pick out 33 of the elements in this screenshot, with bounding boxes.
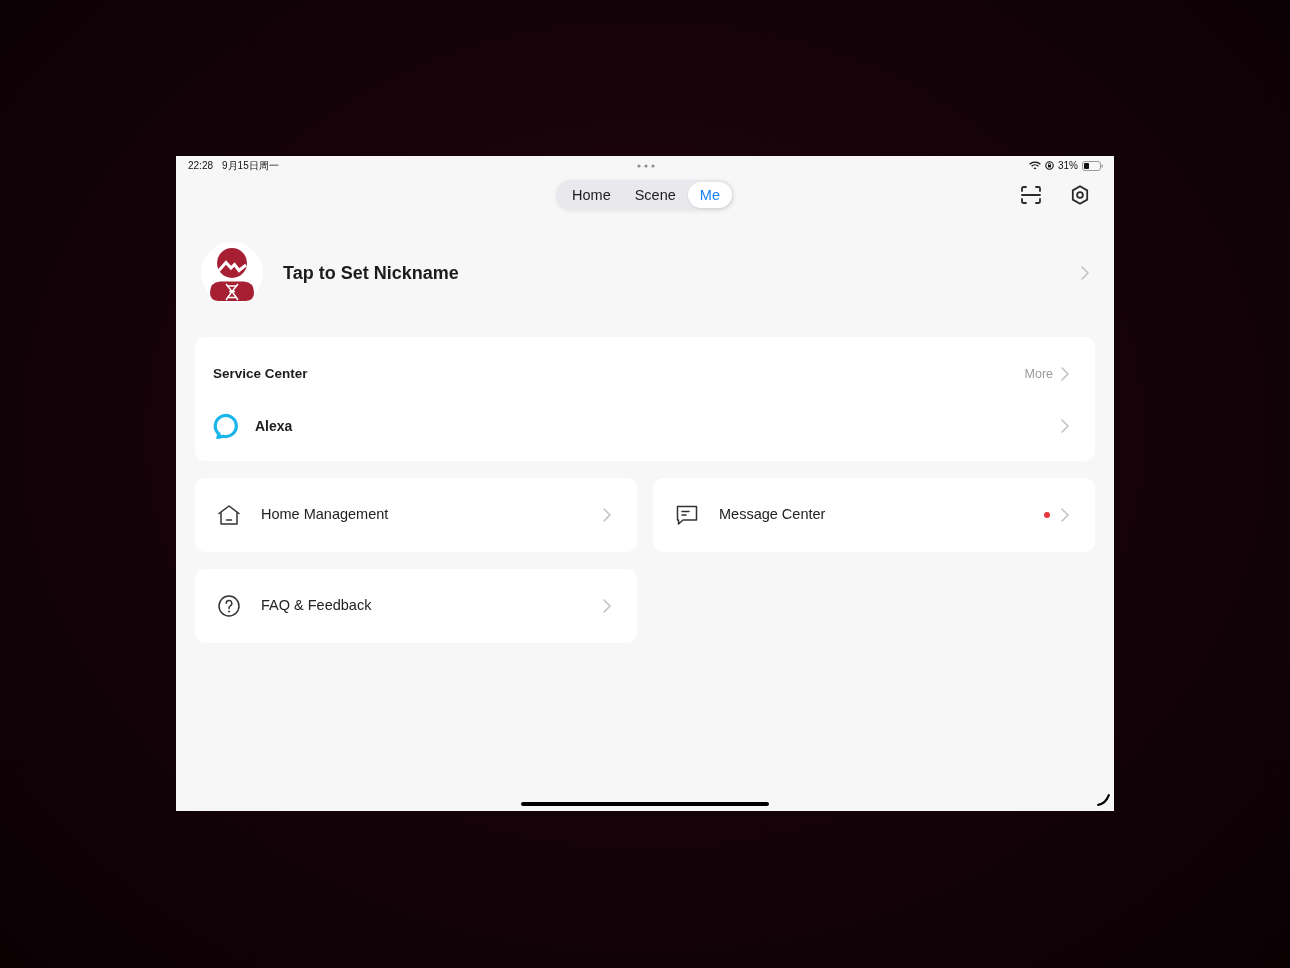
chevron-right-icon (603, 508, 611, 522)
message-icon (675, 503, 699, 527)
wifi-icon (1029, 161, 1041, 170)
chevron-right-icon (1061, 367, 1069, 381)
chevron-right-icon (1061, 508, 1069, 522)
menu-label: Home Management (261, 505, 390, 525)
tab[interactable]: Me (687, 182, 732, 208)
tab[interactable]: Scene (622, 182, 688, 208)
scan-icon[interactable] (1021, 186, 1041, 204)
rotation-lock-icon (1045, 161, 1054, 170)
section-title: Service Center (213, 364, 309, 383)
status-time: 22:28 (188, 159, 214, 173)
chevron-right-icon (1081, 266, 1089, 280)
service-item-label[interactable]: Alexa (255, 415, 1061, 437)
chevron-right-icon (1061, 419, 1069, 433)
avatar-icon (201, 242, 263, 304)
nickname-label[interactable]: Tap to Set Nickname (283, 259, 1061, 287)
battery-icon (1082, 160, 1103, 171)
menu-label: FAQ & Feedback (261, 596, 373, 616)
tab[interactable]: Home (560, 182, 623, 208)
chevron-right-icon (603, 599, 611, 613)
help-icon (217, 594, 241, 618)
status-date: 9月15日周一 (222, 159, 279, 173)
ring-icon (213, 413, 239, 439)
settings-icon[interactable] (1071, 185, 1089, 205)
menu-card[interactable]: FAQ & Feedback (195, 569, 637, 643)
menu-card[interactable]: Message Center (653, 478, 1095, 552)
menu-label: Message Center (719, 505, 827, 525)
corner-curve-icon (1097, 794, 1110, 806)
more-dots-icon (636, 163, 655, 168)
home-icon (217, 503, 241, 527)
menu-card[interactable]: Home Management (195, 478, 637, 552)
battery-percent: 31% (1058, 159, 1078, 173)
